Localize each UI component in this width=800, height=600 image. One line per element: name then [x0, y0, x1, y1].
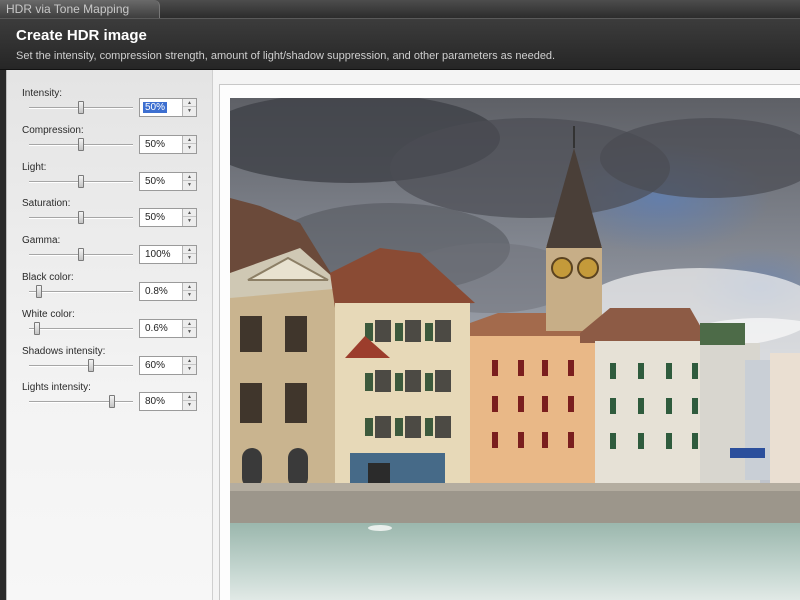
- param-intensity: Intensity: 50% ▲ ▼: [7, 88, 213, 125]
- spinner: ▲ ▼: [182, 393, 196, 410]
- slider-thumb[interactable]: [78, 248, 84, 261]
- spin-up-icon[interactable]: ▲: [183, 99, 196, 107]
- spinner: ▲ ▼: [182, 357, 196, 374]
- value-text: 80%: [145, 396, 166, 407]
- light-slider[interactable]: [29, 175, 133, 188]
- preview-frame: [219, 84, 800, 600]
- slider-thumb[interactable]: [78, 138, 84, 151]
- param-label: Compression:: [22, 125, 84, 136]
- lights-intensity-slider[interactable]: [29, 395, 133, 408]
- preview-image[interactable]: [230, 98, 800, 600]
- param-saturation: Saturation: 50% ▲ ▼: [7, 198, 213, 235]
- spin-down-icon[interactable]: ▼: [183, 144, 196, 152]
- param-lights-intensity: Lights intensity: 80% ▲ ▼: [7, 382, 213, 419]
- param-label: Gamma:: [22, 235, 61, 246]
- black-color-slider[interactable]: [29, 285, 133, 298]
- spinner: ▲ ▼: [182, 99, 196, 116]
- spin-up-icon[interactable]: ▲: [183, 320, 196, 328]
- spin-up-icon[interactable]: ▲: [183, 357, 196, 365]
- window-tab[interactable]: HDR via Tone Mapping: [0, 0, 160, 18]
- value-text: 50%: [145, 139, 166, 150]
- param-label: Lights intensity:: [22, 382, 91, 393]
- dialog-title: Create HDR image: [16, 27, 147, 44]
- compression-field[interactable]: 50% ▲ ▼: [139, 135, 197, 154]
- saturation-slider[interactable]: [29, 211, 133, 224]
- light-field[interactable]: 50% ▲ ▼: [139, 172, 197, 191]
- white-color-slider[interactable]: [29, 322, 133, 335]
- spinner: ▲ ▼: [182, 173, 196, 190]
- spin-down-icon[interactable]: ▼: [183, 181, 196, 189]
- value-text: 0.8%: [145, 286, 168, 297]
- dialog-subtitle: Set the intensity, compression strength,…: [16, 50, 556, 62]
- param-label: Black color:: [22, 272, 74, 283]
- spin-down-icon[interactable]: ▼: [183, 291, 196, 299]
- white-color-field[interactable]: 0.6% ▲ ▼: [139, 319, 197, 338]
- value-text: 0.6%: [145, 323, 168, 334]
- spin-up-icon[interactable]: ▲: [183, 173, 196, 181]
- spinner: ▲ ▼: [182, 320, 196, 337]
- param-label: Light:: [22, 162, 47, 173]
- spin-up-icon[interactable]: ▲: [183, 136, 196, 144]
- spin-down-icon[interactable]: ▼: [183, 107, 196, 115]
- param-label: White color:: [22, 309, 75, 320]
- spin-up-icon[interactable]: ▲: [183, 283, 196, 291]
- window-titlebar: HDR via Tone Mapping: [0, 0, 800, 18]
- param-black-color: Black color: 0.8% ▲ ▼: [7, 272, 213, 309]
- lights-intensity-field[interactable]: 80% ▲ ▼: [139, 392, 197, 411]
- slider-thumb[interactable]: [78, 101, 84, 114]
- spinner: ▲ ▼: [182, 136, 196, 153]
- slider-thumb[interactable]: [36, 285, 43, 298]
- spin-down-icon[interactable]: ▼: [183, 254, 196, 262]
- param-shadows-intensity: Shadows intensity: 60% ▲ ▼: [7, 346, 213, 383]
- value-text: 50%: [143, 102, 168, 113]
- shadows-intensity-slider[interactable]: [29, 359, 133, 372]
- spin-up-icon[interactable]: ▲: [183, 209, 196, 217]
- spin-down-icon[interactable]: ▼: [183, 401, 196, 409]
- gamma-field[interactable]: 100% ▲ ▼: [139, 245, 197, 264]
- param-label: Shadows intensity:: [22, 346, 106, 357]
- param-light: Light: 50% ▲ ▼: [7, 162, 213, 199]
- value-text: 50%: [145, 176, 166, 187]
- param-gamma: Gamma: 100% ▲ ▼: [7, 235, 213, 272]
- param-label: Saturation:: [22, 198, 71, 209]
- slider-thumb[interactable]: [109, 395, 116, 408]
- spin-down-icon[interactable]: ▼: [183, 328, 196, 336]
- shadows-intensity-field[interactable]: 60% ▲ ▼: [139, 356, 197, 375]
- compression-slider[interactable]: [29, 138, 133, 151]
- saturation-field[interactable]: 50% ▲ ▼: [139, 208, 197, 227]
- param-white-color: White color: 0.6% ▲ ▼: [7, 309, 213, 346]
- slider-thumb[interactable]: [34, 322, 41, 335]
- gamma-slider[interactable]: [29, 248, 133, 261]
- spin-up-icon[interactable]: ▲: [183, 393, 196, 401]
- preview-area: [212, 70, 800, 600]
- intensity-field[interactable]: 50% ▲ ▼: [139, 98, 197, 117]
- black-color-field[interactable]: 0.8% ▲ ▼: [139, 282, 197, 301]
- slider-thumb[interactable]: [78, 175, 84, 188]
- spin-up-icon[interactable]: ▲: [183, 246, 196, 254]
- parameters-panel: Intensity: 50% ▲ ▼ Compression: 50% ▲ ▼ …: [6, 70, 212, 600]
- spinner: ▲ ▼: [182, 283, 196, 300]
- value-text: 100%: [145, 249, 171, 260]
- param-compression: Compression: 50% ▲ ▼: [7, 125, 213, 162]
- dialog-header: Create HDR image Set the intensity, comp…: [0, 18, 800, 70]
- spinner: ▲ ▼: [182, 209, 196, 226]
- slider-thumb[interactable]: [88, 359, 95, 372]
- spin-down-icon[interactable]: ▼: [183, 365, 196, 373]
- spin-down-icon[interactable]: ▼: [183, 217, 196, 225]
- slider-thumb[interactable]: [78, 211, 84, 224]
- value-text: 50%: [145, 212, 166, 223]
- spinner: ▲ ▼: [182, 246, 196, 263]
- intensity-slider[interactable]: [29, 101, 133, 114]
- window-title: HDR via Tone Mapping: [6, 2, 130, 16]
- value-text: 60%: [145, 360, 166, 371]
- param-label: Intensity:: [22, 88, 63, 99]
